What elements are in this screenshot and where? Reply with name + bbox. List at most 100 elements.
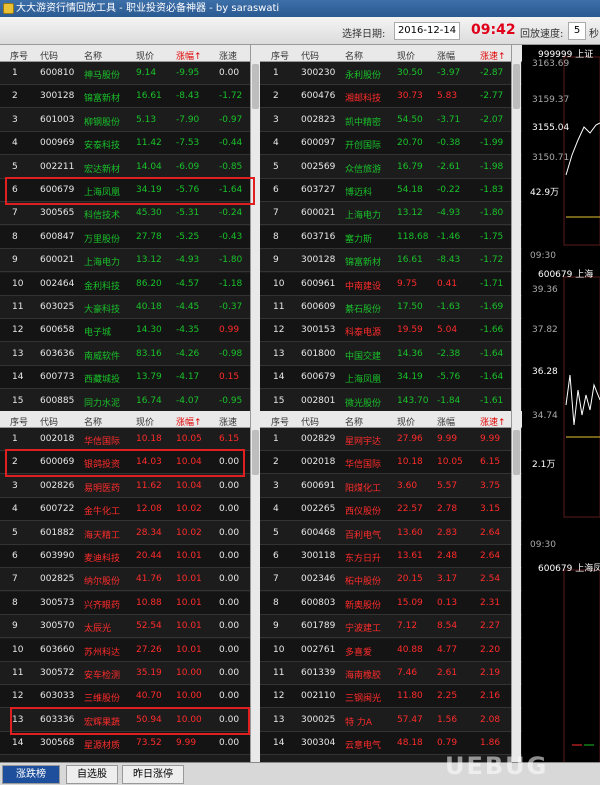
- table-row[interactable]: 5 002211 宏达新材 14.04 -6.09 -0.85: [0, 156, 261, 179]
- table-row[interactable]: 15 600885 同力水泥 16.74 -4.07 -0.95: [0, 390, 261, 411]
- column-header[interactable]: 名称: [345, 415, 363, 428]
- column-header[interactable]: 涨速: [219, 49, 237, 62]
- column-header[interactable]: 涨速↑: [480, 415, 506, 428]
- column-header[interactable]: 代码: [301, 415, 319, 428]
- table-row[interactable]: 3 600691 阳煤化工 3.60 5.57 3.75: [261, 475, 522, 498]
- table-row[interactable]: 9 300570 太辰光 52.54 10.01 0.00: [0, 615, 261, 639]
- table-row[interactable]: 10 603660 苏州科达 27.26 10.01 0.00: [0, 638, 261, 662]
- column-header[interactable]: 涨幅: [437, 49, 455, 62]
- column-header[interactable]: 代码: [301, 49, 319, 62]
- column-header[interactable]: 现价: [397, 49, 415, 62]
- scrollbar-thumb[interactable]: [252, 64, 259, 109]
- table-row[interactable]: 8 600803 新奥股份 15.09 0.13 2.31: [261, 591, 522, 615]
- table-row[interactable]: 4 002265 西仪股份 22.57 2.78 3.15: [261, 498, 522, 522]
- table-row[interactable]: 1 002829 星网宇达 27.96 9.99 9.99: [261, 428, 522, 451]
- table-row[interactable]: 14 300568 星源材质 73.52 9.99 0.00: [0, 732, 261, 756]
- change-speed: 0.00: [219, 691, 240, 702]
- change-speed: 1.86: [480, 738, 501, 749]
- table-row[interactable]: 3 002826 易明医药 11.62 10.04 0.00: [0, 475, 261, 498]
- price: 14.36: [397, 348, 423, 359]
- column-header[interactable]: 序号: [10, 49, 28, 62]
- column-header[interactable]: 涨速: [219, 415, 237, 428]
- column-header[interactable]: 序号: [271, 415, 289, 428]
- table-row[interactable]: 6 603990 麦迪科技 20.44 10.01 0.00: [0, 545, 261, 568]
- column-header[interactable]: 序号: [10, 415, 28, 428]
- table-row[interactable]: 7 002346 柘中股份 20.15 3.17 2.54: [261, 568, 522, 592]
- scrollbar-thumb[interactable]: [252, 430, 259, 475]
- table-row[interactable]: 13 601800 中国交建 14.36 -2.38 -1.64: [261, 343, 522, 366]
- table-row[interactable]: 1 002018 华信国际 10.18 10.05 6.15: [0, 428, 261, 451]
- table-row[interactable]: 6 600679 上海凤凰 34.19 -5.76 -1.64: [0, 179, 261, 202]
- tab-watchlist[interactable]: 自选股: [66, 765, 118, 784]
- table-row[interactable]: 2 300128 锦富新材 16.61 -8.43 -1.72: [0, 85, 261, 109]
- column-header[interactable]: 现价: [397, 415, 415, 428]
- table-row[interactable]: 12 002110 三钢闽光 11.80 2.25 2.16: [261, 685, 522, 709]
- table-row[interactable]: 6 300118 东方日升 13.61 2.48 2.64: [261, 545, 522, 568]
- table-row[interactable]: 15 002801 微光股份 143.70 -1.84 -1.61: [261, 390, 522, 411]
- scrollbar-thumb[interactable]: [513, 64, 520, 109]
- table-row[interactable]: 6 603727 博迈科 54.18 -0.22 -1.83: [261, 179, 522, 202]
- column-header[interactable]: 名称: [345, 49, 363, 62]
- table-row[interactable]: 13 300025 特 力A 57.47 1.56 2.08: [261, 709, 522, 732]
- scrollbar[interactable]: [511, 45, 521, 411]
- table-row[interactable]: 3 002823 凯中精密 54.50 -3.71 -2.07: [261, 109, 522, 132]
- table-row[interactable]: 8 600847 万里股份 27.78 -5.25 -0.43: [0, 225, 261, 249]
- scrollbar[interactable]: [250, 411, 260, 762]
- table-row[interactable]: 5 601882 海天精工 28.34 10.02 0.00: [0, 522, 261, 545]
- table-row[interactable]: 10 600961 中南建设 9.75 0.41 -1.71: [261, 272, 522, 296]
- scrollbar[interactable]: [250, 45, 260, 411]
- table-row[interactable]: 12 300153 科泰电源 19.59 5.04 -1.66: [261, 319, 522, 343]
- table-row[interactable]: 11 600609 綦石股份 17.50 -1.63 -1.69: [261, 296, 522, 319]
- speed-input[interactable]: 5: [568, 22, 586, 40]
- row-index: 6: [273, 185, 279, 195]
- table-row[interactable]: 4 600722 金牛化工 12.08 10.02 0.00: [0, 498, 261, 522]
- table-row[interactable]: 5 600468 百利电气 13.60 2.83 2.64: [261, 522, 522, 545]
- tab-rank[interactable]: 涨跌榜: [2, 765, 60, 784]
- table-row[interactable]: 12 600658 电子城 14.30 -4.35 0.99: [0, 319, 261, 343]
- table-row[interactable]: 9 601789 宁波建工 7.12 8.54 2.27: [261, 615, 522, 639]
- table-row[interactable]: 2 002018 华信国际 10.18 10.05 6.15: [261, 451, 522, 475]
- column-header[interactable]: 代码: [40, 49, 58, 62]
- table-row[interactable]: 13 603636 南威软件 83.16 -4.26 -0.98: [0, 343, 261, 366]
- table-row[interactable]: 10 002761 多喜爱 40.88 4.77 2.20: [261, 638, 522, 662]
- table-row[interactable]: 2 600069 银鸽投资 14.03 10.04 0.00: [0, 451, 261, 475]
- column-header[interactable]: 涨幅: [437, 415, 455, 428]
- column-header[interactable]: 名称: [84, 49, 102, 62]
- table-row[interactable]: 7 300565 科信技术 45.30 -5.31 -0.24: [0, 202, 261, 226]
- column-header[interactable]: 名称: [84, 415, 102, 428]
- table-row[interactable]: 11 300572 安车检测 35.19 10.00 0.00: [0, 662, 261, 685]
- column-header[interactable]: 序号: [271, 49, 289, 62]
- scrollbar[interactable]: [511, 411, 521, 762]
- table-row[interactable]: 14 600773 西藏城投 13.79 -4.17 0.15: [0, 366, 261, 390]
- table-row[interactable]: 9 300128 锦富新材 16.61 -8.43 -1.72: [261, 249, 522, 273]
- table-row[interactable]: 11 601339 海南橡胶 7.46 2.61 2.19: [261, 662, 522, 685]
- table-row[interactable]: 12 603033 三维股份 40.70 10.00 0.00: [0, 685, 261, 709]
- scrollbar-thumb[interactable]: [513, 430, 520, 475]
- row-index: 2: [12, 457, 18, 468]
- table-row[interactable]: 1 600810 神马股份 9.14 -9.95 0.00: [0, 62, 261, 85]
- column-header[interactable]: 涨幅↑: [176, 415, 202, 428]
- column-header[interactable]: 涨速↑: [480, 49, 506, 62]
- table-row[interactable]: 8 300573 兴齐眼药 10.88 10.01 0.00: [0, 591, 261, 615]
- table-row[interactable]: 2 600476 湘邮科技 30.73 5.83 -2.77: [261, 85, 522, 109]
- table-row[interactable]: 13 603336 宏辉果蔬 50.94 10.00 0.00: [0, 709, 261, 732]
- table-row[interactable]: 1 300230 永利股份 30.50 -3.97 -2.87: [261, 62, 522, 85]
- tab-yesterday-limit-up[interactable]: 昨日涨停: [122, 765, 184, 784]
- table-row[interactable]: 5 002569 众信旅游 16.79 -2.61 -1.98: [261, 156, 522, 179]
- column-header[interactable]: 现价: [136, 415, 154, 428]
- table-row[interactable]: 9 600021 上海电力 13.12 -4.93 -1.80: [0, 249, 261, 273]
- stock-code: 600468: [301, 527, 336, 538]
- table-row[interactable]: 8 603716 塞力斯 118.68 -1.46 -1.75: [261, 225, 522, 249]
- table-row[interactable]: 10 002464 金利科技 86.20 -4.57 -1.18: [0, 272, 261, 296]
- date-picker[interactable]: 2016-12-14: [394, 22, 460, 40]
- table-row[interactable]: 14 600679 上海凤凰 34.19 -5.76 -1.64: [261, 366, 522, 390]
- table-row[interactable]: 3 601003 柳钢股份 5.13 -7.90 -0.97: [0, 109, 261, 132]
- table-row[interactable]: 4 000969 安泰科技 11.42 -7.53 -0.44: [0, 132, 261, 156]
- table-row[interactable]: 7 002825 纳尔股份 41.76 10.01 0.00: [0, 568, 261, 592]
- table-row[interactable]: 4 600097 开创国际 20.70 -0.38 -1.99: [261, 132, 522, 156]
- table-row[interactable]: 11 603025 大豪科技 40.18 -4.45 -0.37: [0, 296, 261, 319]
- column-header[interactable]: 现价: [136, 49, 154, 62]
- table-row[interactable]: 7 600021 上海电力 13.12 -4.93 -1.80: [261, 202, 522, 226]
- column-header[interactable]: 涨幅↑: [176, 49, 202, 62]
- column-header[interactable]: 代码: [40, 415, 58, 428]
